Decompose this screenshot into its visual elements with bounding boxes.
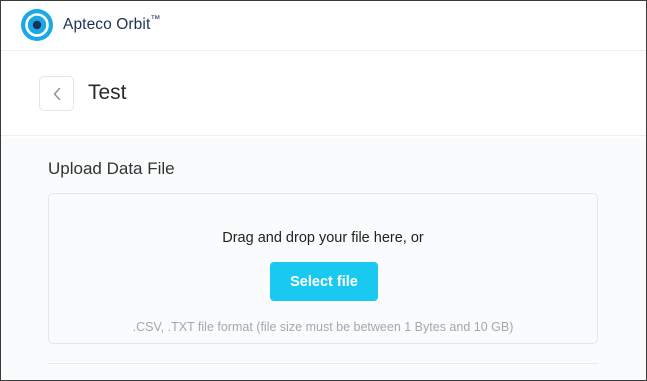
section-divider: [48, 363, 598, 364]
top-bar: Apteco Orbit™: [1, 1, 646, 51]
page-title: Test: [88, 81, 127, 104]
drop-instructions: Drag and drop your file here, or: [222, 230, 424, 246]
section-title: Upload Data File: [48, 159, 175, 178]
file-format-hint: .CSV, .TXT file format (file size must b…: [132, 320, 514, 334]
orbit-logo-icon[interactable]: [20, 8, 54, 42]
trademark-mark: ™: [150, 14, 161, 25]
back-button[interactable]: [39, 76, 74, 111]
file-dropzone[interactable]: Drag and drop your file here, or Select …: [48, 193, 598, 344]
brand-name: Apteco Orbit™: [63, 14, 161, 34]
main-content: Upload Data File Drag and drop your file…: [1, 137, 646, 380]
chevron-left-icon: [53, 87, 60, 100]
brand-name-text: Apteco Orbit: [63, 16, 151, 33]
app-window: Apteco Orbit™ Test Upload Data File Drag…: [0, 0, 647, 381]
page-header: Test: [1, 52, 646, 136]
select-file-button[interactable]: Select file: [270, 262, 378, 301]
